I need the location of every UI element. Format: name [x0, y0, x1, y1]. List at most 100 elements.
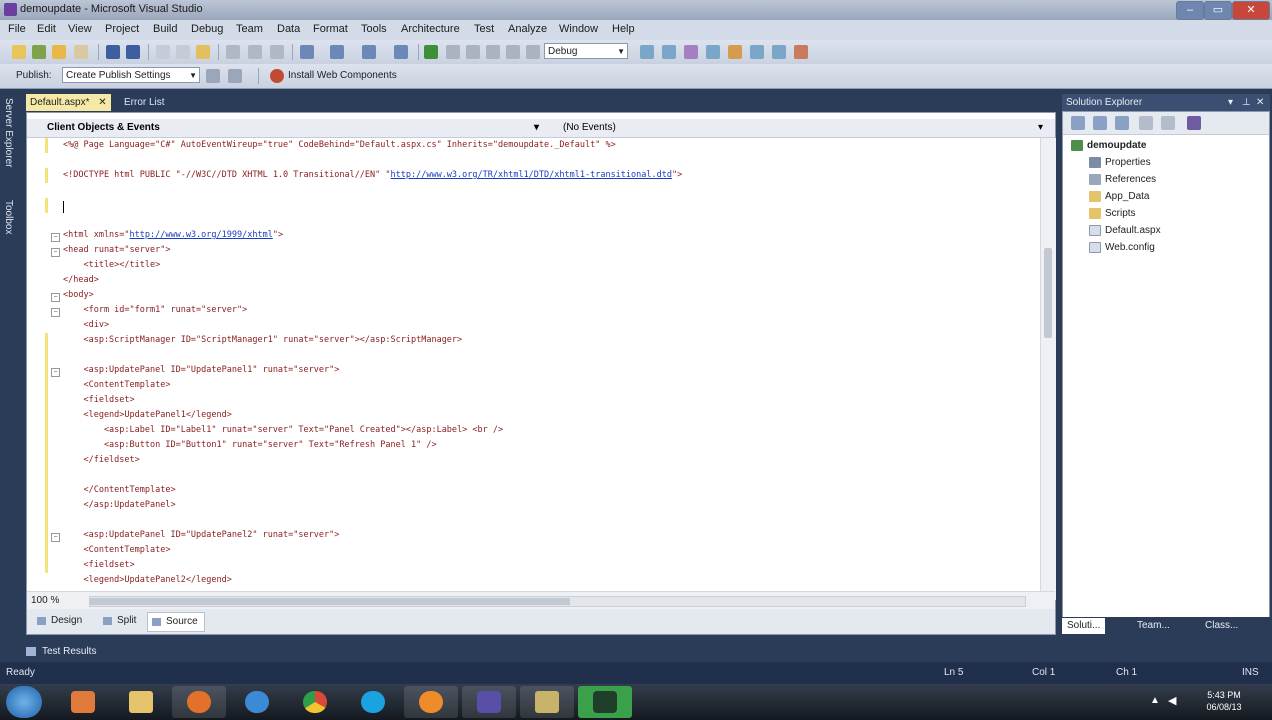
menu-project[interactable]: Project	[105, 23, 139, 35]
breakpoint-icon[interactable]	[526, 45, 540, 59]
collapse-icon[interactable]: −	[51, 533, 60, 542]
code-link[interactable]: http://www.w3.org/TR/xhtml1/DTD/xhtml1-t…	[391, 170, 672, 180]
tab-split[interactable]: Split	[99, 612, 142, 630]
object-browser-icon[interactable]	[706, 45, 720, 59]
tree-item-scripts[interactable]: Scripts	[1089, 206, 1136, 222]
pin-icon[interactable]: ⊥	[1242, 94, 1251, 111]
web-platform-installer-icon[interactable]	[270, 69, 284, 83]
horizontal-scrollbar[interactable]	[89, 596, 1026, 607]
restart-icon[interactable]	[486, 45, 500, 59]
vertical-scrollbar[interactable]	[1040, 138, 1056, 600]
add-item-icon[interactable]	[32, 45, 46, 59]
properties-icon[interactable]	[684, 45, 698, 59]
taskbar-firefox[interactable]	[172, 686, 226, 718]
tree-item-references[interactable]: References	[1089, 172, 1156, 188]
system-clock[interactable]: 5:43 PM 06/08/13	[1188, 689, 1260, 713]
tree-item-web-config[interactable]: Web.config	[1089, 240, 1155, 256]
collapse-icon[interactable]: −	[51, 248, 60, 257]
scroll-thumb[interactable]	[1044, 248, 1052, 338]
menu-test[interactable]: Test	[474, 23, 494, 35]
copy-website-icon[interactable]	[1187, 116, 1201, 130]
step-icon[interactable]	[506, 45, 520, 59]
publish-settings-dropdown[interactable]: Create Publish Settings ▼	[62, 67, 200, 83]
uncomment-icon[interactable]	[270, 45, 284, 59]
publish-settings-icon[interactable]	[228, 69, 242, 83]
collapse-icon[interactable]: −	[51, 308, 60, 317]
collapse-icon[interactable]: −	[51, 233, 60, 242]
taskbar-explorer[interactable]	[114, 686, 168, 718]
minimize-button[interactable]: –	[1176, 1, 1204, 20]
menu-debug[interactable]: Debug	[191, 23, 223, 35]
find-icon[interactable]	[226, 45, 240, 59]
toolbox-icon[interactable]	[728, 45, 742, 59]
start-debugging-icon[interactable]	[424, 45, 438, 59]
toolbox-tab[interactable]: Toolbox	[3, 200, 14, 234]
save-icon[interactable]	[106, 45, 120, 59]
paste-icon[interactable]	[196, 45, 210, 59]
show-hidden-icons-icon[interactable]: ▲	[1150, 695, 1160, 706]
menu-tools[interactable]: Tools	[361, 23, 387, 35]
properties-icon[interactable]	[1071, 116, 1085, 130]
solution-explorer-icon[interactable]	[662, 45, 676, 59]
collapse-icon[interactable]: −	[51, 293, 60, 302]
navigate-forward-icon[interactable]	[394, 45, 408, 59]
taskbar-recorder[interactable]	[578, 686, 632, 718]
refresh-icon[interactable]	[1115, 116, 1129, 130]
extension-manager-icon[interactable]	[772, 45, 786, 59]
close-button[interactable]: ✕	[1232, 1, 1270, 20]
scroll-thumb[interactable]	[90, 598, 570, 605]
tab-solution-explorer[interactable]: Soluti...	[1062, 618, 1106, 634]
tab-team-explorer[interactable]: Team...	[1132, 618, 1175, 634]
tree-item-default-aspx[interactable]: Default.aspx	[1089, 223, 1161, 239]
navigate-back-icon[interactable]	[362, 45, 376, 59]
menu-edit[interactable]: Edit	[37, 23, 56, 35]
open-folder-icon[interactable]	[74, 45, 88, 59]
maximize-button[interactable]: ▭	[1204, 1, 1232, 20]
view-designer-icon[interactable]	[1161, 116, 1175, 130]
taskbar-skype[interactable]	[346, 686, 400, 718]
menu-help[interactable]: Help	[612, 23, 635, 35]
configuration-dropdown[interactable]: Debug ▼	[544, 43, 628, 59]
menu-window[interactable]: Window	[559, 23, 598, 35]
tab-source[interactable]: Source	[147, 612, 205, 632]
menu-analyze[interactable]: Analyze	[508, 23, 547, 35]
tree-item-properties[interactable]: Properties	[1089, 155, 1151, 171]
cut-icon[interactable]	[156, 45, 170, 59]
tab-error-list[interactable]: Error List	[120, 94, 169, 111]
tab-class-view[interactable]: Class...	[1200, 618, 1243, 634]
taskbar-vlc[interactable]	[404, 686, 458, 718]
tab-default-aspx[interactable]: Default.aspx* ✕	[26, 94, 111, 111]
new-project-icon[interactable]	[12, 45, 26, 59]
menu-build[interactable]: Build	[153, 23, 177, 35]
menu-data[interactable]: Data	[277, 23, 300, 35]
show-all-files-icon[interactable]	[1093, 116, 1107, 130]
menu-team[interactable]: Team	[236, 23, 263, 35]
close-icon[interactable]: ✕	[98, 97, 106, 108]
dropdown-icon[interactable]: ▾	[1228, 94, 1233, 111]
zoom-level[interactable]: 100 %	[31, 595, 59, 606]
volume-icon[interactable]: ◀	[1168, 694, 1176, 707]
project-node[interactable]: demoupdate	[1071, 138, 1146, 154]
test-results-tab[interactable]: Test Results	[26, 643, 106, 660]
publish-web-icon[interactable]	[206, 69, 220, 83]
client-objects-dropdown[interactable]: Client Objects & Events ▾	[41, 120, 543, 135]
close-icon[interactable]: ✕	[1256, 94, 1264, 111]
server-explorer-tab[interactable]: Server Explorer	[3, 98, 14, 167]
taskbar-visual-studio[interactable]	[462, 686, 516, 718]
pause-icon[interactable]	[446, 45, 460, 59]
code-area[interactable]: − − − − − − <%@ Page Language="C#" AutoE…	[27, 138, 1039, 600]
taskbar-chrome[interactable]	[288, 686, 342, 718]
menu-format[interactable]: Format	[313, 23, 348, 35]
events-dropdown[interactable]: (No Events) ▾	[557, 120, 1047, 135]
taskbar-app[interactable]	[520, 686, 574, 718]
code-link[interactable]: http://www.w3.org/1999/xhtml	[130, 230, 273, 240]
command-window-icon[interactable]	[794, 45, 808, 59]
menu-view[interactable]: View	[68, 23, 92, 35]
stop-icon[interactable]	[466, 45, 480, 59]
comment-icon[interactable]	[248, 45, 262, 59]
taskbar-media-player[interactable]	[56, 686, 110, 718]
find-in-files-icon[interactable]	[640, 45, 654, 59]
install-web-components-button[interactable]: Install Web Components	[288, 70, 397, 81]
start-page-icon[interactable]	[750, 45, 764, 59]
menu-architecture[interactable]: Architecture	[401, 23, 460, 35]
